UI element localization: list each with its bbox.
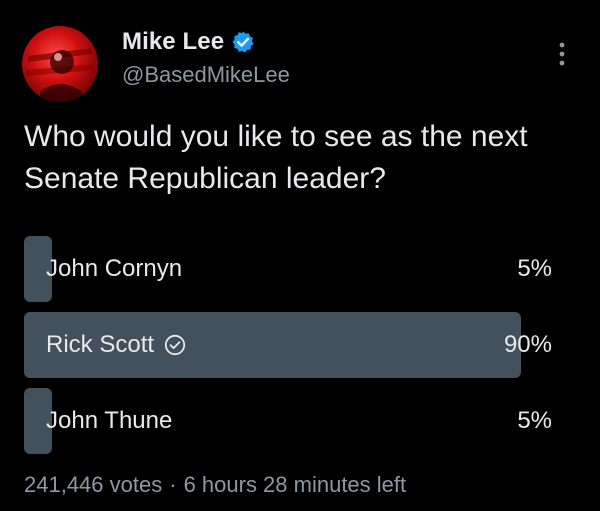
poll-option-name: John Cornyn <box>46 255 183 282</box>
poll-option-name: Rick Scott <box>46 331 155 358</box>
avatar[interactable] <box>22 26 98 102</box>
tweet-text: Who would you like to see as the next Se… <box>24 120 528 195</box>
poll-option-percent: 90% <box>503 331 552 358</box>
tweet: Mike Lee @BasedMikeLee Who would you lik… <box>0 0 600 511</box>
poll-meta: 241,446 votes · 6 hours 28 minutes left <box>24 472 406 498</box>
poll-option-percent: 5% <box>517 407 552 434</box>
poll-option[interactable]: John Cornyn 5% <box>24 236 552 302</box>
avatar-image <box>22 26 98 102</box>
poll-option-name: John Thune <box>46 407 173 434</box>
meta-separator: · <box>169 472 177 497</box>
poll-option[interactable]: John Thune 5% <box>24 388 552 454</box>
poll-option-percent: 5% <box>517 255 552 282</box>
poll-option-label: John Cornyn <box>46 236 182 302</box>
poll-option[interactable]: Rick Scott 90% <box>24 312 552 378</box>
verified-badge-icon <box>231 30 255 54</box>
poll-option-label: John Thune <box>46 388 172 454</box>
check-circle-icon <box>164 334 186 356</box>
poll: John Cornyn 5% Rick Scott 90% John Thune <box>24 236 552 464</box>
vote-count: 241,446 votes <box>24 472 163 497</box>
poll-option-label: Rick Scott <box>46 312 186 378</box>
author-block: Mike Lee @BasedMikeLee <box>122 26 290 88</box>
handle[interactable]: @BasedMikeLee <box>122 62 290 88</box>
more-options-icon[interactable] <box>556 40 568 68</box>
display-name[interactable]: Mike Lee <box>122 28 224 56</box>
name-row: Mike Lee <box>122 26 290 58</box>
time-left: 6 hours 28 minutes left <box>183 472 407 497</box>
